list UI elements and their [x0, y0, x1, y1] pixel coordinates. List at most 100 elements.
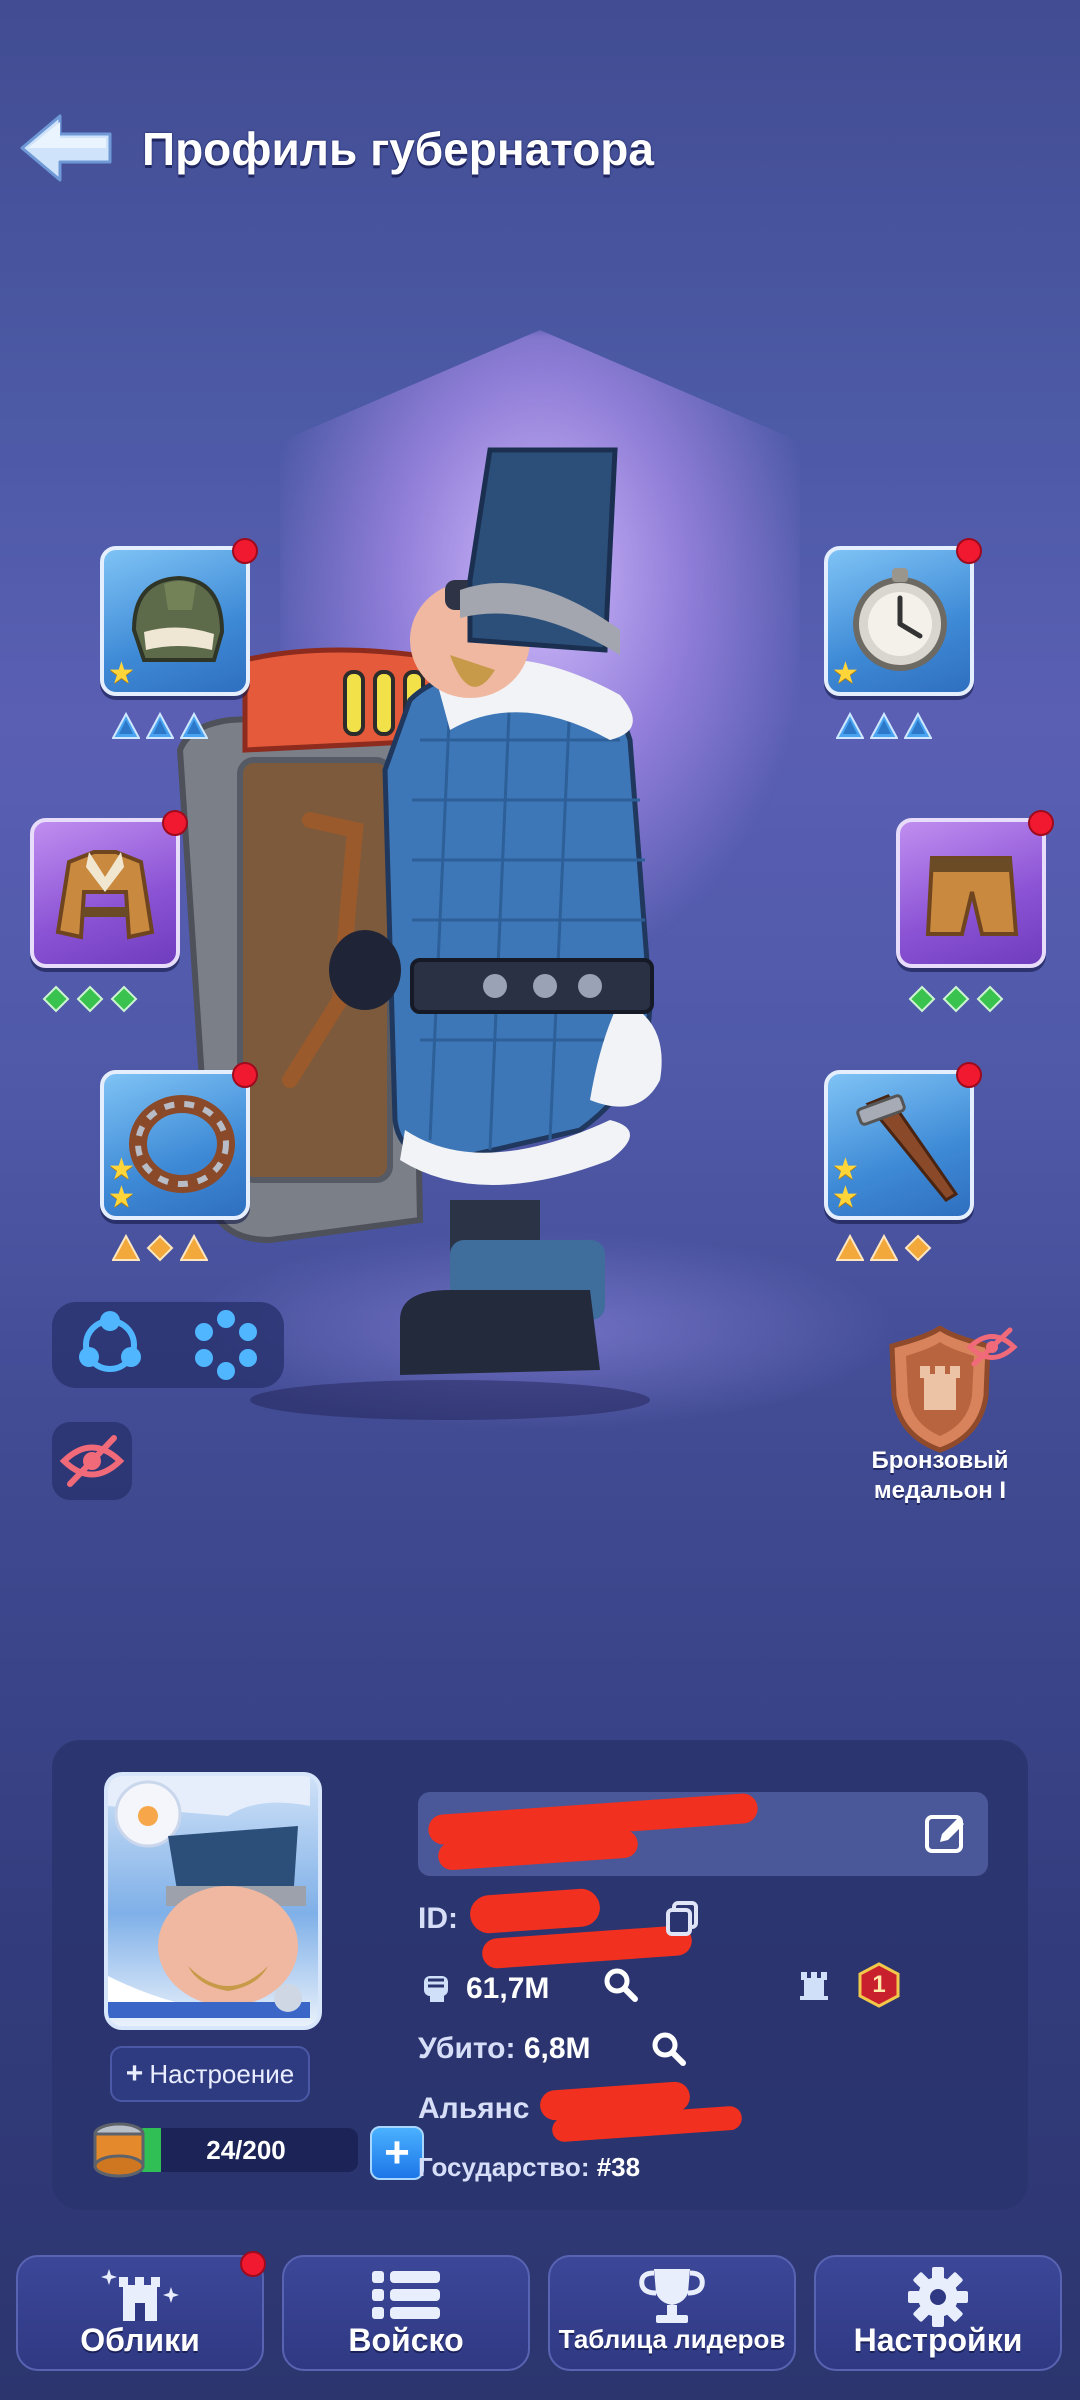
- triangle-gem-icon: [870, 712, 898, 739]
- triangle-gem-icon: [146, 712, 174, 739]
- kills-row: Убито: 6,8M: [418, 2032, 591, 2066]
- medal-label-line1: Бронзовый: [871, 1447, 1009, 1474]
- diamond-gem-icon: [110, 985, 138, 1013]
- triangle-gem-icon: [180, 712, 208, 739]
- diamond-gem-icon: [942, 985, 970, 1013]
- equip-slot-pocket-watch[interactable]: ★: [824, 538, 982, 696]
- power-value: 61,7M: [466, 1972, 550, 2005]
- notification-dot: [956, 538, 982, 564]
- alliance-row: Альянс: [418, 2092, 529, 2126]
- view-option-three-nodes[interactable]: [68, 1307, 152, 1383]
- equip-slot-ring[interactable]: ★ ★: [100, 1062, 258, 1220]
- eye-off-icon: [59, 1435, 125, 1487]
- bronze-medallion-button[interactable]: [880, 1324, 1018, 1456]
- triangle-gem-icon: [112, 1234, 140, 1261]
- notification-dot: [240, 2251, 266, 2277]
- notification-dot: [956, 1062, 982, 1088]
- triangle-gem-icon: [112, 712, 140, 739]
- notification-dot: [232, 538, 258, 564]
- slot-stars: ★: [108, 657, 135, 690]
- page-title: Профиль губернатора: [142, 123, 654, 175]
- castle-sparkle-icon: [101, 2269, 179, 2321]
- avatar-portrait: [108, 1776, 310, 2018]
- nav-troops-button[interactable]: Войско: [282, 2255, 530, 2371]
- bottom-navigation: Облики Войско Таблица лидеров Настройки: [16, 2251, 1064, 2375]
- gem-row-trousers: [908, 985, 1004, 1013]
- state-value: #38: [596, 2152, 641, 2182]
- stamina-meter: 24/200 +: [88, 2118, 448, 2184]
- back-button[interactable]: [16, 108, 116, 188]
- nav-settings-button[interactable]: Настройки: [814, 2255, 1062, 2371]
- triangle-gem-icon: [904, 712, 932, 739]
- star-icon: ★: [832, 1181, 859, 1214]
- trophy-icon: [639, 2269, 705, 2323]
- equip-slot-helmet[interactable]: ★: [100, 538, 258, 696]
- fist-power-icon: [424, 1976, 448, 2002]
- star-icon: ★: [108, 657, 135, 690]
- triangle-nodes-icon: [79, 1311, 141, 1372]
- state-label: Государство:: [418, 2152, 590, 2182]
- eye-off-icon: [966, 1327, 1018, 1367]
- mood-button[interactable]: + Настроение: [110, 2046, 310, 2102]
- slot-stars: ★ ★: [832, 1155, 859, 1214]
- equip-slot-dagger[interactable]: ★ ★: [824, 1062, 982, 1220]
- triangle-gem-icon: [836, 1234, 864, 1261]
- stamina-can-icon: [93, 2122, 145, 2178]
- medal-label-line2: медальон I: [873, 1477, 1007, 1504]
- nav-skins-button[interactable]: Облики: [16, 2251, 266, 2371]
- alliance-label: Альянс: [418, 2092, 530, 2125]
- stamina-value: 24/200: [206, 2135, 286, 2165]
- equip-slot-trousers[interactable]: [896, 810, 1054, 968]
- governor-name-field[interactable]: W: [418, 1792, 988, 1876]
- star-icon: ★: [832, 657, 859, 690]
- kills-value: 6,8M: [523, 2032, 591, 2065]
- redaction-mark: [468, 1887, 602, 1935]
- governor-info-card: + Настроение 24/200 + W ID:: [52, 1740, 1028, 2210]
- copy-icon[interactable]: [664, 1900, 700, 1936]
- diamond-gem-icon: [146, 1234, 174, 1262]
- governor-avatar[interactable]: [104, 1772, 322, 2030]
- back-arrow-icon: [20, 114, 112, 182]
- equip-slot-coat[interactable]: [30, 810, 188, 968]
- castle-rank-icon: [800, 1972, 828, 2000]
- triangle-gem-icon: [836, 712, 864, 739]
- nav-troops-label: Войско: [348, 2322, 464, 2358]
- edit-pencil-icon[interactable]: [924, 1812, 968, 1856]
- medal-label: Бронзовый медальон I: [850, 1446, 1030, 1506]
- plus-icon: +: [125, 2057, 144, 2090]
- list-icon: [372, 2271, 440, 2319]
- triangle-gem-icon: [180, 1234, 208, 1261]
- power-row: 61,7M: [418, 1968, 549, 2006]
- state-row: Государство: #38: [418, 2152, 640, 2183]
- gear-icon: [908, 2267, 968, 2327]
- notification-dot: [162, 810, 188, 836]
- nav-settings-label: Настройки: [853, 2322, 1023, 2358]
- gem-row-pocket-watch: [836, 712, 932, 740]
- rank-badge: 1: [856, 1962, 902, 2008]
- triangle-gem-icon: [870, 1234, 898, 1261]
- search-icon[interactable]: [602, 1966, 638, 2002]
- hide-equipment-button[interactable]: [52, 1422, 132, 1500]
- diamond-gem-icon: [904, 1234, 932, 1262]
- star-icon: ★: [108, 1181, 135, 1214]
- add-stamina-button[interactable]: +: [370, 2126, 424, 2180]
- diamond-gem-icon: [42, 985, 70, 1013]
- fur-coat-icon: [55, 850, 155, 940]
- nav-leaderboard-label: Таблица лидеров: [558, 2324, 786, 2354]
- governor-id-row: ID:: [418, 1902, 458, 1936]
- diamond-gem-icon: [976, 985, 1004, 1013]
- nav-leaderboard-button[interactable]: Таблица лидеров: [548, 2255, 796, 2371]
- gem-row-dagger: [836, 1234, 932, 1262]
- gem-row-coat: [42, 985, 138, 1013]
- notification-dot: [1028, 810, 1054, 836]
- rank-badge-value: 1: [872, 1971, 886, 1998]
- slot-stars: ★ ★: [108, 1153, 135, 1214]
- view-mode-toggle: [52, 1302, 284, 1388]
- star-icon: ★: [108, 1153, 135, 1186]
- id-label: ID:: [418, 1902, 458, 1935]
- view-option-six-nodes[interactable]: [184, 1307, 268, 1383]
- gem-row-ring: [112, 1234, 208, 1262]
- kills-label: Убито:: [418, 2032, 516, 2065]
- search-icon[interactable]: [650, 2030, 686, 2066]
- diamond-gem-icon: [908, 985, 936, 1013]
